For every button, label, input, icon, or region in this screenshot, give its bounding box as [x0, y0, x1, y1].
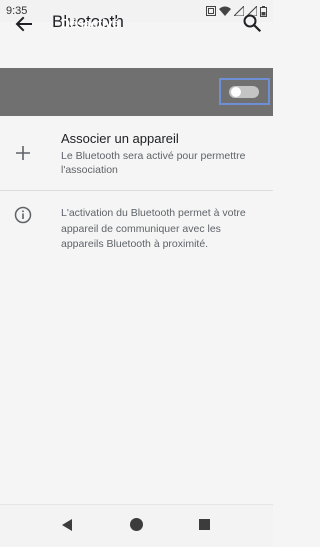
status-bar: 9:35	[0, 0, 273, 22]
plus-icon	[16, 146, 30, 160]
nav-back-icon[interactable]	[60, 518, 74, 532]
pair-device-title[interactable]: Associer un appareil	[61, 131, 179, 146]
master-switch-label: Désactivé	[61, 17, 120, 31]
nav-home-icon[interactable]	[130, 518, 143, 531]
toggle-thumb[interactable]	[231, 87, 241, 97]
bluetooth-info-text: L'activation du Bluetooth permet à votre…	[61, 207, 246, 250]
pair-device-subtitle: Le Bluetooth sera activé pour permettre …	[61, 150, 246, 176]
app-bar	[0, 22, 273, 68]
nav-recents-icon[interactable]	[199, 519, 210, 530]
arrow-back-icon[interactable]	[13, 13, 35, 35]
info-icon	[14, 206, 32, 224]
wifi-icon	[219, 6, 231, 16]
search-icon[interactable]	[241, 12, 263, 34]
divider	[0, 190, 273, 191]
screenshot-icon	[206, 6, 216, 16]
